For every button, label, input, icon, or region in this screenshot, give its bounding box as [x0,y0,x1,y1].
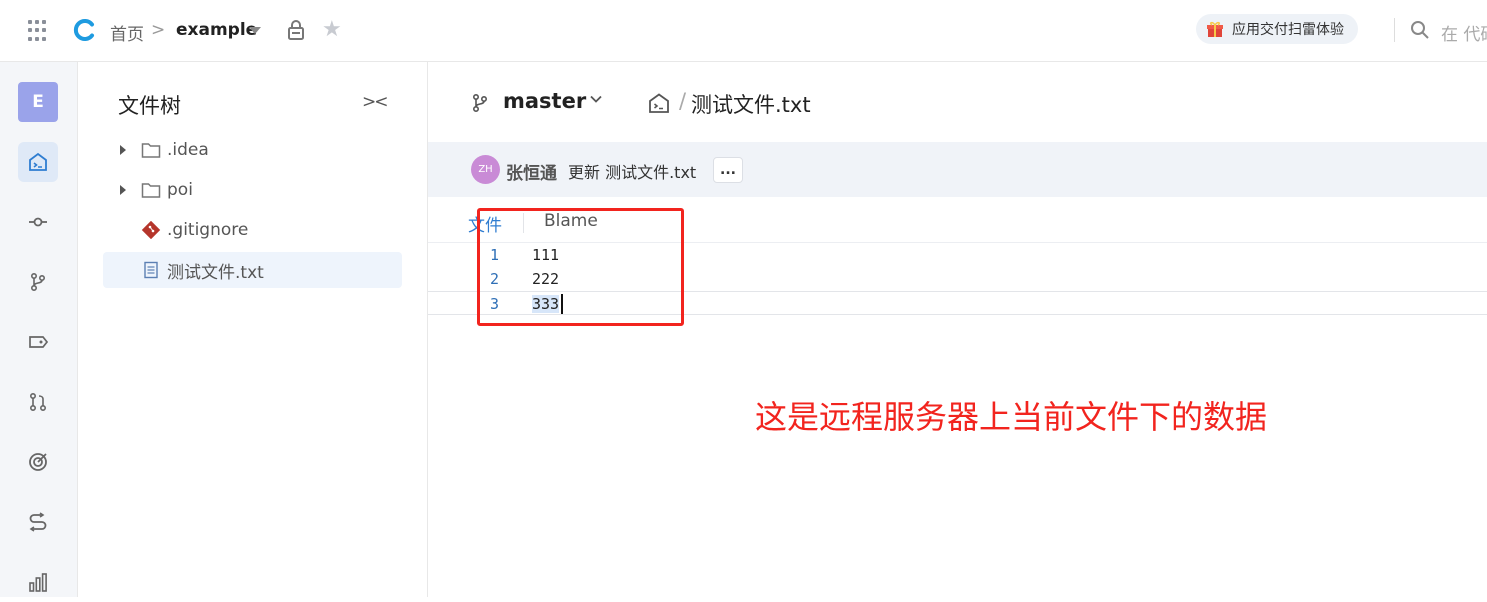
tree-item-poi[interactable]: poi [103,172,402,208]
breadcrumb-repo[interactable]: example [176,20,257,40]
branch-icon [31,272,46,292]
code-icon [29,152,47,171]
search-input[interactable]: 在 代码 [1441,20,1487,45]
promo-label: 应用交付扫雷体验 [1232,22,1344,38]
rail-tags-button[interactable] [18,322,58,362]
branch-selector[interactable]: master [503,89,586,113]
repo-root-icon[interactable] [647,92,671,114]
chevron-down-icon[interactable] [589,92,603,106]
expand-arrow-icon[interactable] [120,185,126,195]
folder-icon [141,143,161,158]
annotation-box [477,208,684,326]
more-button[interactable]: ... [713,157,743,183]
path-separator: / [679,89,687,113]
repo-dropdown-icon[interactable] [249,27,261,34]
tree-item-idea[interactable]: .idea [103,132,402,168]
annotation-text: 这是远程服务器上当前文件下的数据 [755,398,1268,436]
project-avatar[interactable]: E [18,82,58,122]
avatar[interactable]: ZH [471,155,500,184]
path-file-name: 测试文件.txt [691,93,811,117]
top-bar: 首页 > example ★ 应用交付扫雷体验 在 代码 [0,0,1487,62]
rail-code-button[interactable] [18,142,58,182]
star-icon[interactable]: ★ [322,19,342,41]
tree-item-label: 测试文件.txt [167,262,264,283]
tree-item-test-file[interactable]: 测试文件.txt [103,252,402,288]
tree-item-label: .idea [167,140,209,160]
file-tree-panel: 文件树 >< .idea poi .gitignore 测试文件.txt [78,62,428,597]
rail-merge-requests-button[interactable] [18,382,58,422]
commit-message[interactable]: 更新 测试文件.txt [568,159,696,183]
lock-icon [288,20,304,40]
apps-grid-icon[interactable] [28,20,50,42]
git-file-icon [141,221,161,239]
target-icon [29,453,47,471]
file-icon [144,261,158,279]
commit-author[interactable]: 张恒通 [506,159,557,184]
last-commit-bar: ZH 张恒通 更新 测试文件.txt ... [428,142,1487,197]
collapse-icon[interactable]: >< [362,92,388,112]
tag-icon [29,336,49,348]
rail-stats-button[interactable] [18,562,58,602]
pull-request-icon [29,392,47,412]
rail-pipeline-button[interactable] [18,502,58,542]
stats-icon [29,573,47,592]
branch-icon [472,93,488,113]
pipeline-icon [29,512,47,532]
divider [1394,18,1395,42]
gift-icon [1207,21,1223,37]
branch-path-bar: master / 测试文件.txt [428,62,1487,142]
tree-item-label: .gitignore [167,220,249,240]
commit-icon [29,217,47,227]
logo-icon[interactable] [73,18,97,42]
rail-target-button[interactable] [18,442,58,482]
file-tree-title: 文件树 [118,94,181,118]
tree-item-label: poi [167,180,193,200]
tree-item-gitignore[interactable]: .gitignore [103,212,402,248]
breadcrumb-home[interactable]: 首页 [110,20,144,45]
search-icon[interactable] [1410,20,1430,40]
breadcrumb-separator: > [151,20,166,40]
promo-button[interactable]: 应用交付扫雷体验 [1196,14,1358,44]
left-rail: E [0,62,78,597]
rail-branches-button[interactable] [18,262,58,302]
rail-commits-button[interactable] [18,202,58,242]
expand-arrow-icon[interactable] [120,145,126,155]
folder-icon [141,183,161,198]
